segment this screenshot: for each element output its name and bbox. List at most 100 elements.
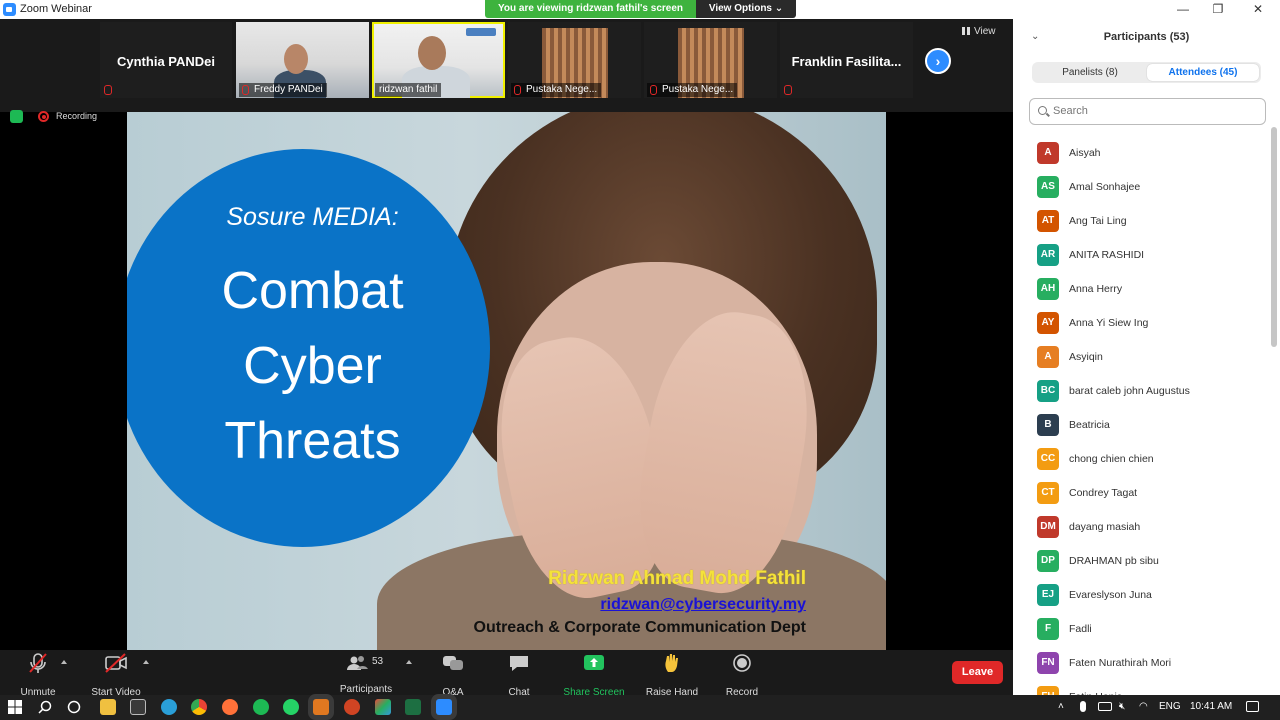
grid-icon <box>962 27 970 35</box>
video-tile-active-speaker[interactable]: ridzwan fathil <box>372 22 505 98</box>
next-page-button[interactable]: › <box>925 48 951 74</box>
powerpoint-icon[interactable] <box>344 699 360 715</box>
participant-name: Franklin Fasilita... <box>791 54 902 69</box>
video-tile[interactable]: Freddy PANDei <box>236 22 369 98</box>
attendee-row[interactable]: B Beatricia <box>1013 409 1271 443</box>
tray-chevron-up-icon[interactable]: ˄ <box>1058 701 1064 712</box>
attendee-row[interactable]: AH Anna Herry <box>1013 273 1271 307</box>
attendee-row[interactable]: A Asyiqin <box>1013 341 1271 375</box>
avatar: F <box>1037 618 1059 640</box>
attendee-row[interactable]: DM dayang masiah <box>1013 511 1271 545</box>
attendee-name: barat caleb john Augustus <box>1069 385 1190 397</box>
participants-icon-group: 53 <box>346 650 386 676</box>
telegram-icon[interactable] <box>313 699 329 715</box>
spotify-icon[interactable] <box>253 699 269 715</box>
search-icon <box>1038 106 1047 115</box>
battery-icon[interactable] <box>1098 702 1112 711</box>
slide-presenter-name: Ridzwan Ahmad Mohd Fathil <box>548 568 806 589</box>
input-language[interactable]: ENG <box>1159 701 1181 712</box>
chat-button[interactable]: Chat <box>498 650 540 698</box>
muted-mic-icon <box>784 85 792 95</box>
whatsapp-icon[interactable] <box>283 699 299 715</box>
attendee-name: Faten Nurathirah Mori <box>1069 657 1172 669</box>
attendee-row[interactable]: AT Ang Tai Ling <box>1013 205 1271 239</box>
tray-mic-icon[interactable] <box>1080 701 1086 712</box>
attendee-row[interactable]: BC barat caleb john Augustus <box>1013 375 1271 409</box>
qa-button[interactable]: Q&A <box>432 650 474 698</box>
unmute-button[interactable]: Unmute <box>14 650 62 698</box>
video-tile[interactable]: Pustaka Nege... <box>508 22 641 98</box>
raise-hand-icon <box>665 654 678 672</box>
record-icon <box>733 654 751 672</box>
attendee-row[interactable]: AY Anna Yi Siew Ing <box>1013 307 1271 341</box>
edge-browser-icon[interactable] <box>161 699 177 715</box>
muted-mic-icon <box>29 653 47 673</box>
slide-email-link: ridzwan@cybersecurity.my <box>600 596 806 613</box>
attendee-list-scrollbar[interactable] <box>1271 127 1277 347</box>
restore-button[interactable]: ❐ <box>1207 2 1229 17</box>
avatar: AY <box>1037 312 1059 334</box>
attendee-name: Amal Sonhajee <box>1069 181 1141 193</box>
attendee-row[interactable]: A Aisyah <box>1013 137 1271 171</box>
video-tile[interactable]: Cynthia PANDei <box>100 22 232 98</box>
wifi-icon[interactable]: ◠ <box>1139 701 1148 712</box>
participants-label: Participants <box>339 684 393 695</box>
task-view-icon[interactable] <box>67 700 81 714</box>
view-button[interactable]: View <box>962 26 996 37</box>
attendee-row[interactable]: EJ Evareslyson Juna <box>1013 579 1271 613</box>
slide-title-line2: Cyber <box>243 337 382 395</box>
participants-options-caret[interactable] <box>406 660 412 664</box>
tab-panelists[interactable]: Panelists (8) <box>1034 64 1146 81</box>
volume-muted-icon[interactable]: 🔇︎ <box>1119 701 1125 712</box>
slide-title-line3: Threats <box>224 412 401 470</box>
close-button[interactable]: ✕ <box>1247 2 1269 17</box>
video-tile[interactable]: Franklin Fasilita... <box>780 22 913 98</box>
file-explorer-icon[interactable] <box>100 699 116 715</box>
video-options-caret[interactable] <box>143 660 149 664</box>
participant-name: Freddy PANDei <box>254 84 323 95</box>
attendee-name: DRAHMAN pb sibu <box>1069 555 1159 567</box>
attendee-row[interactable]: F Fadli <box>1013 613 1271 647</box>
attendee-row[interactable]: FHFatin Hanis <box>1013 681 1271 695</box>
attendee-row[interactable]: CC chong chien chien <box>1013 443 1271 477</box>
audio-options-caret[interactable] <box>61 660 67 664</box>
attendee-row[interactable]: FN Faten Nurathirah Mori <box>1013 647 1271 681</box>
app-grid-icon[interactable] <box>375 699 391 715</box>
avatar: B <box>1037 414 1059 436</box>
muted-mic-icon <box>242 85 249 95</box>
view-options-button[interactable]: View Options ⌄ <box>696 0 796 18</box>
zoom-taskbar-icon[interactable] <box>436 699 452 715</box>
search-icon[interactable] <box>38 700 52 714</box>
chat-icon <box>510 656 528 671</box>
qa-icon <box>443 656 463 670</box>
minimize-button[interactable]: — <box>1172 2 1194 17</box>
notifications-icon[interactable] <box>1246 701 1259 712</box>
leave-button[interactable]: Leave <box>952 661 1003 684</box>
participants-button[interactable]: 53 Participants <box>334 650 398 695</box>
person-head <box>418 36 446 70</box>
raise-hand-button[interactable]: Raise Hand <box>644 650 700 698</box>
pen-app-icon[interactable] <box>130 699 146 715</box>
attendee-name: Ang Tai Ling <box>1069 215 1127 227</box>
security-shield-icon[interactable] <box>10 110 23 123</box>
record-button[interactable]: Record <box>720 650 764 698</box>
tab-attendees[interactable]: Attendees (45) <box>1147 64 1259 81</box>
share-screen-button[interactable]: Share Screen <box>562 650 626 698</box>
clock-time[interactable]: 10:41 AM <box>1190 701 1232 712</box>
excel-icon[interactable] <box>405 699 421 715</box>
attendee-row[interactable]: CT Condrey Tagat <box>1013 477 1271 511</box>
video-tile[interactable]: Pustaka Nege... <box>644 22 777 98</box>
participant-label: ridzwan fathil <box>375 83 442 97</box>
firefox-browser-icon[interactable] <box>222 699 238 715</box>
avatar: AH <box>1037 278 1059 300</box>
attendee-name: Condrey Tagat <box>1069 487 1138 499</box>
avatar: DP <box>1037 550 1059 572</box>
start-video-button[interactable]: Start Video <box>88 650 144 698</box>
attendee-row[interactable]: DP DRAHMAN pb sibu <box>1013 545 1271 579</box>
participant-search-input[interactable]: Search <box>1029 98 1266 125</box>
windows-start-icon[interactable] <box>8 700 22 714</box>
attendee-row[interactable]: AR ANITA RASHIDI <box>1013 239 1271 273</box>
chrome-browser-icon[interactable] <box>191 699 207 715</box>
attendee-row[interactable]: AS Amal Sonhajee <box>1013 171 1271 205</box>
participant-label: Pustaka Nege... <box>647 83 738 97</box>
